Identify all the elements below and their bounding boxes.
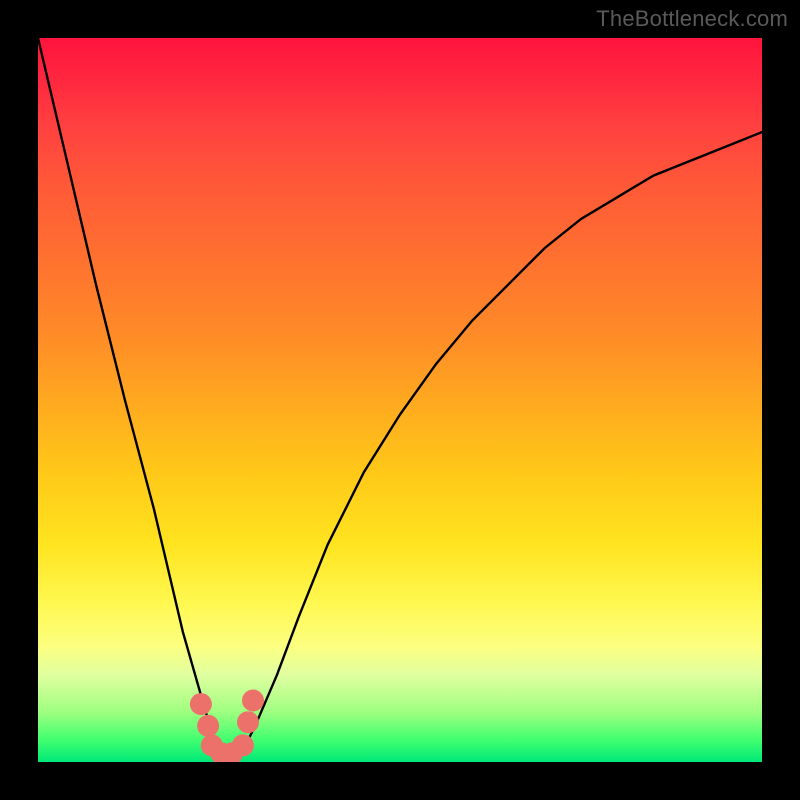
marker-dot: [190, 693, 212, 715]
marker-dot: [237, 711, 259, 733]
marker-dot: [242, 690, 264, 712]
marker-dot: [232, 734, 254, 756]
chart-plot-area: [38, 38, 762, 762]
bottleneck-curve: [38, 38, 762, 758]
curve-markers: [190, 690, 264, 763]
chart-svg: [38, 38, 762, 762]
chart-frame: TheBottleneck.com: [0, 0, 800, 800]
watermark-text: TheBottleneck.com: [596, 6, 788, 32]
marker-dot: [197, 715, 219, 737]
